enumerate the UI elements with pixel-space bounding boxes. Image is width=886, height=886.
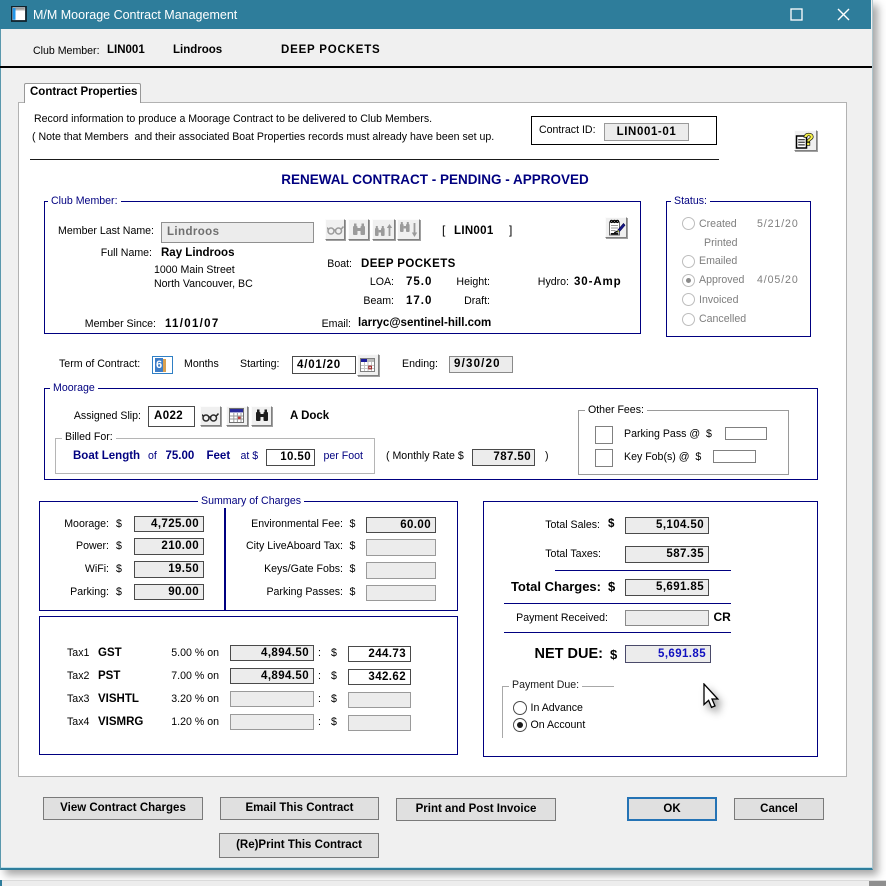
svg-text:?: ?: [804, 130, 814, 149]
